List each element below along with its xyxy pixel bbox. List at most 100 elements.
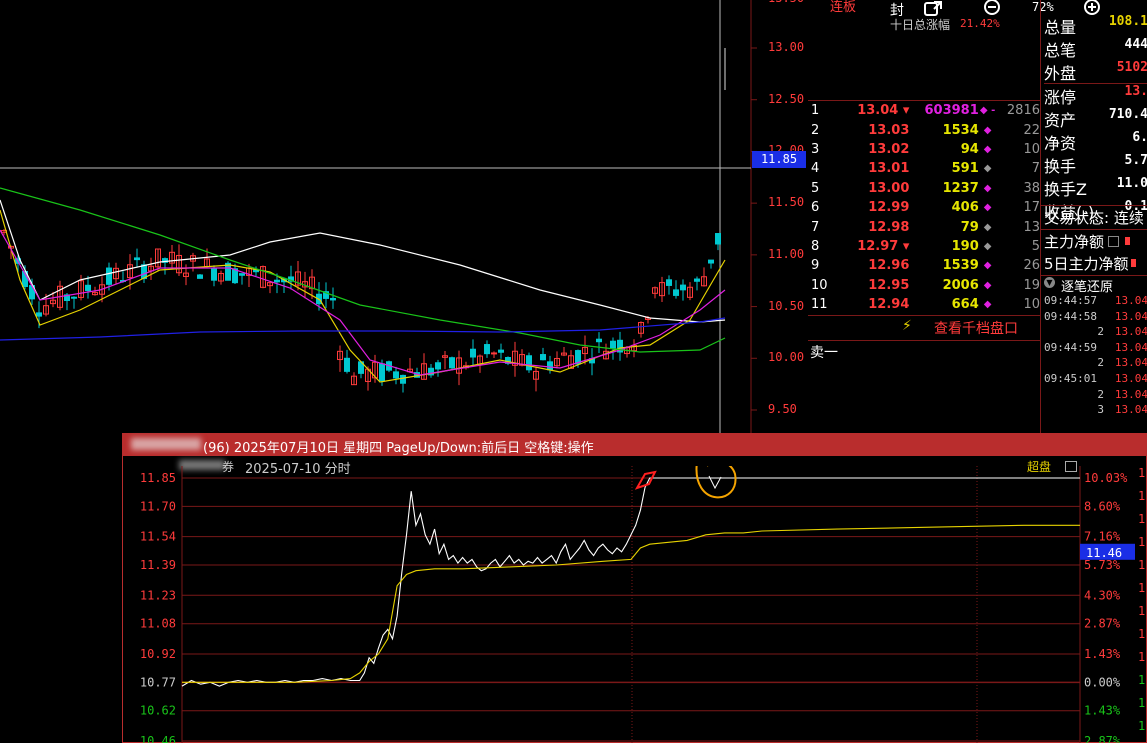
order-price: 13.02 — [868, 141, 910, 157]
kline-y-tick: 13.00 — [768, 40, 805, 54]
edge-tick: 1 — [1138, 719, 1146, 733]
main-net-row[interactable]: 主力净额 — [1041, 230, 1147, 252]
order-book-row[interactable]: 3 13.02 94 ◆ 10 — [808, 140, 1040, 159]
order-level: 8 — [811, 238, 820, 254]
order-count: 19 — [1023, 277, 1040, 293]
stat-label: 外盘 — [1044, 64, 1077, 83]
order-book-row[interactable]: 2 13.03 1534 ◆ 22 — [808, 120, 1040, 139]
candle-body — [330, 297, 336, 301]
pct-tick-label: 5.73% — [1084, 558, 1121, 572]
order-book-row[interactable]: 7 12.98 79 ◆ 13 — [808, 217, 1040, 236]
order-volume: 190 — [951, 238, 979, 254]
stat-row: 总笔 444 — [1044, 37, 1147, 60]
chevron-down-icon[interactable]: ▼ — [1044, 277, 1055, 288]
order-volume: 603981 — [924, 103, 979, 119]
edge-tick: 1 — [1138, 627, 1146, 641]
edge-tick: 1 — [1138, 489, 1146, 503]
candle-body — [344, 357, 350, 372]
order-price: 13.04 ▾ — [857, 103, 910, 119]
order-book-row[interactable]: 5 13.00 1237 ◆ 38 — [808, 179, 1040, 198]
order-price: 13.03 — [868, 122, 910, 138]
pct-tick-label: 10.03% — [1084, 471, 1128, 485]
order-price: 13.00 — [868, 180, 910, 196]
trade-status: 交易状态: 连续 — [1044, 209, 1144, 227]
order-book-row[interactable]: 11 12.94 664 ◆ 10 — [808, 295, 1040, 314]
tick-restore-row[interactable]: ▼ 逐笔还原 — [1041, 275, 1147, 295]
stat-label: 资产 — [1044, 111, 1077, 130]
tick-time: 2 — [1097, 356, 1104, 370]
order-level: 7 — [811, 219, 820, 235]
main-net-5d-row[interactable]: 5日主力净额 — [1041, 252, 1147, 274]
order-volume: 1534 — [942, 122, 979, 138]
zoom-out-icon[interactable] — [982, 0, 1004, 18]
order-marker-icon: ◆ — [983, 221, 992, 233]
order-volume: 79 — [960, 219, 979, 235]
order-marker-icon: ◆ - — [979, 105, 996, 117]
sell-one-label: 卖一 — [810, 345, 838, 361]
stat-value: 444 — [1124, 37, 1147, 52]
moving-average-line — [0, 209, 726, 383]
order-book-row[interactable]: 6 12.99 406 ◆ 17 — [808, 198, 1040, 217]
price-tick-label: 10.92 — [140, 647, 176, 661]
last-price-text: 11.46 — [1086, 546, 1122, 560]
tick-price: 13.04 — [1114, 356, 1147, 370]
order-marker-icon: ◆ — [983, 163, 992, 175]
candles — [1, 229, 721, 393]
order-volume: 2006 — [942, 277, 979, 293]
stat-value: 6. — [1132, 130, 1147, 145]
main-net-label: 主力净额 — [1044, 232, 1105, 251]
candle-body — [673, 289, 679, 296]
edge-tick: 1 — [1138, 558, 1146, 572]
candle-body — [694, 278, 700, 282]
tick-time: 2 — [1097, 387, 1104, 401]
tick-row: 2 13.04 — [1044, 388, 1147, 404]
order-book-row[interactable]: 8 12.97 ▾ 190 ◆ 5 — [808, 237, 1040, 256]
pct-tick-label: 7.16% — [1084, 530, 1121, 544]
candle-body — [449, 357, 455, 369]
kline-y-tick: 12.50 — [768, 91, 805, 106]
candle-body — [435, 362, 441, 370]
tick-row: 09:44:59 13.04 — [1044, 341, 1147, 357]
order-book-row[interactable]: 9 12.96 1539 ◆ 26 — [808, 256, 1040, 275]
pct-tick-label: 1.43% — [1084, 704, 1121, 718]
tick-price: 13.04 — [1114, 309, 1147, 323]
right-info-panel: 总量 108.1 总笔 444 外盘 5102 涨停 13. 资产 710.4 净资 6. 换手 5.7 换… — [1040, 0, 1147, 433]
price-tick-label: 11.70 — [140, 499, 176, 513]
order-price: 12.94 — [868, 297, 910, 313]
order-count: 26 — [1023, 258, 1040, 274]
pct-tick-label: 1.43% — [1084, 647, 1121, 661]
tick-time: 09:44:58 — [1044, 309, 1097, 323]
stat-row: 换手 5.7 — [1044, 153, 1147, 176]
candle-body — [85, 284, 91, 291]
popup-title-bar[interactable]: (96) 2025年07月10日 星期四 PageUp/Down:前后日 空格键… — [123, 434, 1147, 456]
order-book-row[interactable]: 10 12.95 2006 ◆ 19 — [808, 276, 1040, 295]
order-book-row[interactable]: 1 13.04 ▾ 603981 ◆ - 2816 — [808, 101, 1040, 120]
order-marker-icon: ◆ — [983, 260, 992, 272]
tick-time: 3 — [1097, 403, 1104, 417]
order-volume: 94 — [960, 141, 979, 157]
stat-row: 涨停 13. — [1044, 83, 1147, 107]
candle-body — [239, 273, 245, 276]
view-depth-link[interactable]: 查看千档盘口 — [934, 318, 1018, 338]
ten-day-value: 21.42% — [960, 17, 1000, 30]
stat-label: 换手Z — [1044, 180, 1087, 199]
price-tick-label: 11.39 — [140, 558, 176, 572]
order-level: 10 — [811, 277, 828, 293]
popout-icon[interactable] — [922, 0, 946, 18]
price-tick-label: 10.77 — [140, 675, 176, 689]
price-tick-label: 11.54 — [140, 530, 176, 544]
intraday-chart[interactable]: 11.85 10.03% 11.70 8.60% 11.54 7.16% 11.39 5.73… — [122, 466, 1147, 743]
order-price: 12.97 ▾ — [857, 238, 910, 254]
order-count: 7 — [1031, 161, 1040, 177]
order-count: 10 — [1023, 297, 1040, 313]
candle-body — [491, 352, 497, 355]
order-book-row[interactable]: 4 13.01 591 ◆ 7 — [808, 159, 1040, 178]
kline-chart[interactable] — [0, 0, 810, 433]
candle-body — [71, 296, 77, 299]
order-marker-icon: ◆ — [983, 202, 992, 214]
candle-body — [680, 284, 686, 291]
view-depth-row[interactable]: ⚡ 查看千档盘口 — [808, 315, 1040, 341]
stat-value: 108.1 — [1108, 14, 1147, 29]
candle-body — [526, 355, 532, 371]
kline-y-tick: 11.00 — [768, 246, 805, 261]
